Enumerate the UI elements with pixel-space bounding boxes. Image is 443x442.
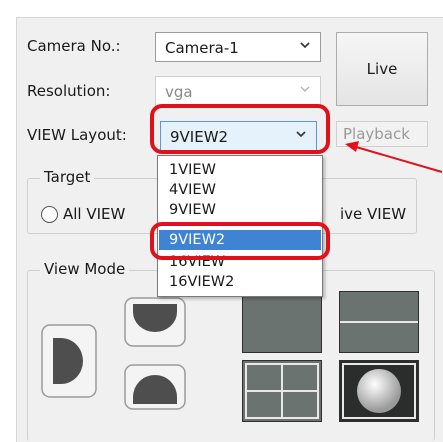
view-layout-label: VIEW Layout: — [27, 126, 127, 144]
double-view-tile[interactable] — [339, 291, 419, 353]
dropdown-option-1view[interactable]: 1VIEW — [159, 160, 321, 180]
resolution-select-value: vga — [165, 83, 193, 101]
camera-select-value: Camera-1 — [165, 39, 239, 57]
target-group-title: Target — [40, 168, 95, 186]
all-view-label: All VIEW — [63, 205, 126, 223]
annotation-arrow-icon — [345, 141, 443, 173]
view-mode-group-title: View Mode — [40, 260, 130, 278]
desk-camera-icon[interactable] — [123, 363, 187, 411]
dropdown-option-16view2[interactable]: 16VIEW2 — [159, 272, 321, 292]
camera-select[interactable]: Camera-1 — [155, 32, 321, 62]
wall-camera-icon[interactable] — [40, 323, 98, 399]
single-view-tile[interactable] — [242, 291, 322, 353]
quad-view-tile[interactable] — [242, 360, 322, 422]
highlight-box-option — [150, 222, 330, 260]
camera-no-label: Camera No.: — [27, 37, 121, 55]
chevron-down-icon — [300, 86, 310, 92]
highlight-box-select — [150, 104, 330, 154]
dropdown-option-4view[interactable]: 4VIEW — [159, 180, 321, 200]
chevron-down-icon — [300, 42, 310, 49]
fisheye-view-tile[interactable] — [339, 360, 419, 422]
all-view-radio[interactable] — [41, 206, 58, 223]
resolution-label: Resolution: — [27, 82, 111, 100]
active-view-label: ive VIEW — [340, 205, 407, 223]
dropdown-option-9view[interactable]: 9VIEW — [159, 200, 321, 220]
resolution-select[interactable]: vga — [155, 76, 321, 106]
ceiling-camera-icon[interactable] — [123, 296, 187, 348]
live-button-label: Live — [366, 60, 398, 78]
live-button[interactable]: Live — [336, 32, 428, 106]
